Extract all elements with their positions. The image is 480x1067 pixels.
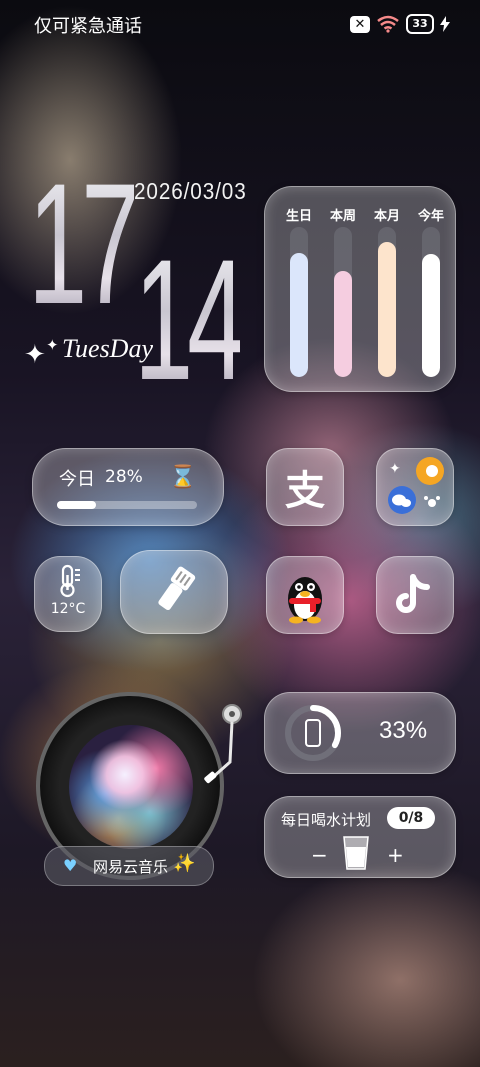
clock-minute[interactable]: 14: [134, 234, 246, 406]
qq-penguin-icon: [288, 577, 322, 624]
charging-icon: [440, 16, 450, 32]
progress-column: 本周: [323, 205, 363, 377]
progress-track: [334, 227, 352, 377]
today-percent: 28%: [105, 467, 143, 487]
water-plan-widget[interactable]: 每日喝水计划 0/8 − +: [264, 796, 456, 878]
wifi-icon: [377, 15, 399, 33]
progress-track: [422, 227, 440, 377]
today-progress-track: [57, 501, 197, 509]
progress-fill: [290, 252, 308, 377]
progress-column: 今年: [411, 205, 451, 377]
clock-hour[interactable]: 17: [28, 158, 140, 330]
hourglass-icon: ⌛: [169, 465, 197, 490]
progress-label: 本周: [329, 209, 356, 224]
album-cover: [69, 725, 193, 849]
water-plan-title: 每日喝水计划: [281, 811, 372, 829]
temperature-value: 12°C: [50, 601, 86, 617]
no-sim-icon: ✕: [350, 15, 370, 33]
battery-percent: 33%: [379, 717, 428, 744]
progress-fill: [334, 270, 352, 377]
phone-icon: [305, 719, 321, 747]
today-label: 今日: [59, 469, 95, 490]
app-qq[interactable]: [266, 556, 344, 634]
progress-column: 生日: [279, 205, 319, 377]
life-progress-widget[interactable]: 生日 本周 本月 今年: [264, 186, 456, 392]
flashlight-icon: [158, 566, 196, 611]
paw-icon: [428, 499, 436, 507]
progress-label: 今年: [417, 209, 444, 224]
milk-glass-icon: [343, 836, 369, 870]
heart-icon: ♥: [63, 856, 78, 875]
sparkle-icon: ✦: [24, 340, 46, 370]
music-app-label[interactable]: ♥ 网易云音乐 ✨: [44, 846, 214, 886]
progress-label: 本月: [373, 209, 400, 224]
status-bar-carrier-text: 仅可紧急通话: [34, 16, 142, 36]
water-decrease-button[interactable]: −: [311, 843, 328, 867]
today-progress-fill: [57, 501, 97, 509]
battery-widget[interactable]: 33%: [264, 692, 456, 774]
progress-column: 本月: [367, 205, 407, 377]
folder-apps-icon: ✦: [388, 457, 444, 514]
battery-icon: 33: [406, 14, 434, 34]
progress-fill: [378, 242, 396, 377]
water-increase-button[interactable]: +: [387, 843, 404, 867]
sparkle-icon: ✦: [389, 461, 401, 477]
progress-fill: [422, 254, 440, 377]
progress-label: 生日: [285, 209, 312, 224]
app-folder-social[interactable]: ✦: [376, 448, 454, 526]
sparkle-small-icon: ✦: [46, 336, 59, 354]
progress-track: [378, 227, 396, 377]
battery-ring: [285, 705, 341, 761]
clock-date: 2026/03/03: [134, 178, 247, 204]
app-douyin[interactable]: [376, 556, 454, 634]
water-count-badge: 0/8: [387, 807, 435, 829]
tonearm-icon: [204, 704, 242, 784]
weekday-label: TuesDay: [62, 334, 153, 363]
app-alipay[interactable]: 支: [266, 448, 344, 526]
music-app-title: 网易云音乐: [93, 858, 169, 876]
tiktok-icon: [396, 574, 430, 613]
sparkles-icon: ✨: [173, 853, 196, 874]
status-bar-icons: ✕ 33: [350, 14, 450, 34]
thermometer-icon: [60, 564, 80, 598]
temperature-widget[interactable]: 12°C: [34, 556, 102, 632]
today-progress-widget[interactable]: 今日 28% ⌛: [32, 448, 224, 526]
progress-track: [290, 227, 308, 377]
alipay-icon: 支: [285, 468, 325, 514]
flashlight-button[interactable]: [120, 550, 228, 634]
